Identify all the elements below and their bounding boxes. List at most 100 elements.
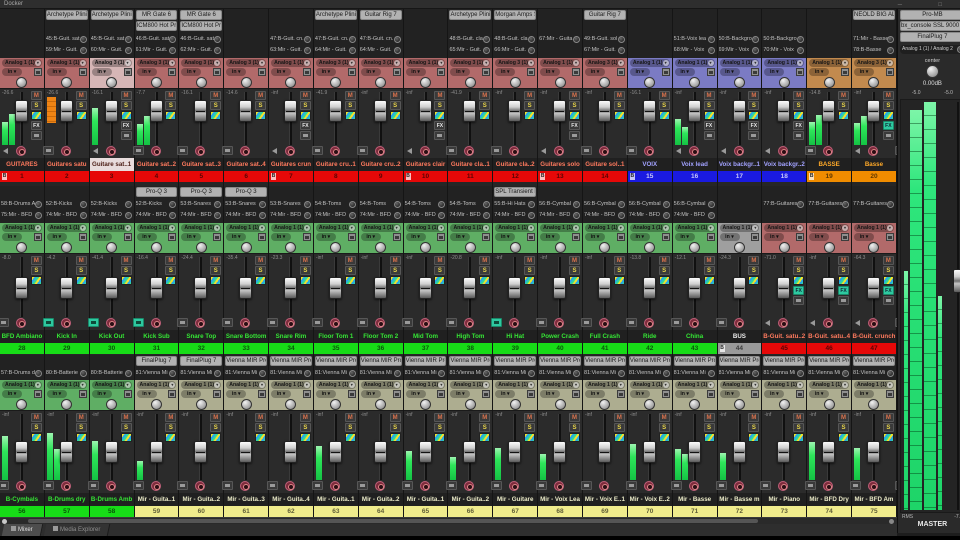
input-selector[interactable]: Analog 1 (1)▾ — [540, 59, 580, 67]
track-number[interactable]: 14 — [583, 171, 627, 182]
plugin-slot-button[interactable]: Vienna MIR Pro — [584, 356, 626, 366]
in-toggle[interactable]: in ▾ — [854, 390, 874, 398]
track-name[interactable]: Guitare cla..2 — [493, 158, 537, 171]
send-knob[interactable] — [80, 201, 87, 208]
input-selector[interactable]: Analog 1 (1)▾ — [406, 381, 446, 389]
pan-knob[interactable] — [285, 77, 296, 88]
solo-button[interactable]: S — [434, 423, 445, 432]
track-number[interactable]: 28 — [0, 343, 44, 354]
track-number[interactable]: 71 — [673, 506, 717, 517]
input-selector[interactable]: Analog 1 (1)▾ — [675, 224, 715, 232]
fader-thumb[interactable] — [867, 441, 880, 463]
track-name[interactable]: Mir - Basse m — [718, 493, 762, 506]
mute-button[interactable]: M — [793, 91, 804, 100]
fx-button[interactable]: FX — [300, 121, 311, 130]
send-slot[interactable]: 55:B-Hi Hats — [494, 199, 536, 210]
record-arm-button[interactable] — [823, 481, 833, 491]
fader-thumb[interactable] — [15, 277, 28, 299]
pan-knob[interactable] — [599, 242, 610, 253]
plugin-slot-button[interactable]: Vienna MIR Pro — [719, 356, 761, 366]
send-slot[interactable]: 78:B-Basse — [853, 45, 895, 56]
track-number[interactable]: 56 — [0, 506, 44, 517]
pan-knob[interactable] — [241, 242, 252, 253]
fader-thumb[interactable] — [553, 441, 566, 463]
plugin-slot-button[interactable]: Vienna MIR Pro — [853, 356, 895, 366]
send-slot[interactable]: 74:Mir - BFD — [136, 210, 178, 221]
input-selector[interactable]: Analog 1 (1)▾ — [406, 224, 446, 232]
in-toggle[interactable]: in ▾ — [181, 233, 201, 241]
in-toggle[interactable]: in ▾ — [809, 390, 829, 398]
mute-button[interactable]: M — [300, 256, 311, 265]
record-arm-button[interactable] — [240, 146, 250, 156]
pan-knob[interactable] — [420, 77, 431, 88]
send-knob[interactable] — [394, 370, 401, 377]
routing-stripe-button[interactable] — [165, 433, 176, 442]
routing-stripe-button[interactable] — [883, 276, 894, 285]
solo-button[interactable]: S — [165, 101, 176, 110]
save-preset-icon[interactable] — [617, 390, 625, 398]
snapshot-icon[interactable] — [133, 318, 144, 327]
pan-knob[interactable] — [106, 77, 117, 88]
plugin-slot-button[interactable]: Vienna MIR Pro — [225, 356, 267, 366]
mute-button[interactable]: M — [390, 91, 401, 100]
send-knob[interactable] — [349, 212, 356, 219]
fader-thumb[interactable] — [105, 277, 118, 299]
send-slot[interactable]: 63:Mir - Guit. — [270, 45, 312, 56]
input-selector[interactable]: Analog 1 (1)▾ — [47, 59, 87, 67]
send-slot[interactable]: 81:Vienna Mi — [315, 368, 357, 379]
record-arm-button[interactable] — [599, 318, 609, 328]
track-number[interactable]: 29 — [45, 343, 89, 354]
in-toggle[interactable]: in ▾ — [540, 68, 560, 76]
fader-thumb[interactable] — [329, 277, 342, 299]
track-number[interactable]: 63 — [314, 506, 358, 517]
in-toggle[interactable]: in ▾ — [137, 233, 157, 241]
plugin-slot-button[interactable]: Vienna MIR Pro — [763, 356, 805, 366]
send-knob[interactable] — [214, 47, 221, 54]
track-number[interactable]: 8 — [314, 171, 358, 182]
input-selector[interactable]: Analog 1 (1)▾ — [2, 59, 42, 67]
pan-knob[interactable] — [734, 242, 745, 253]
input-selector[interactable]: Analog 1 (1)▾ — [47, 381, 87, 389]
send-knob[interactable] — [618, 370, 625, 377]
track-name[interactable]: B-Drums dry — [45, 493, 89, 506]
send-slot[interactable]: 52:B-Kicks — [91, 199, 133, 210]
track-number[interactable]: 59 — [135, 506, 179, 517]
solo-button[interactable]: S — [390, 101, 401, 110]
solo-button[interactable]: S — [569, 266, 580, 275]
solo-button[interactable]: S — [390, 266, 401, 275]
pan-knob[interactable] — [196, 77, 207, 88]
track-number[interactable]: 36 — [359, 343, 403, 354]
solo-button[interactable]: S — [345, 266, 356, 275]
routing-stripe-button[interactable] — [255, 433, 266, 442]
mute-button[interactable]: M — [883, 91, 894, 100]
input-selector[interactable]: Analog 1 (1)▾ — [809, 59, 849, 67]
send-knob[interactable] — [752, 370, 759, 377]
pan-knob[interactable] — [106, 242, 117, 253]
send-slot[interactable]: 71:Mir - Basse — [853, 34, 895, 45]
pan-knob[interactable] — [61, 77, 72, 88]
track-number[interactable]: 19B — [807, 171, 851, 182]
track-number[interactable]: 72 — [718, 506, 762, 517]
snapshot-icon[interactable] — [671, 318, 682, 327]
send-knob[interactable] — [35, 370, 42, 377]
solo-button[interactable]: S — [121, 266, 132, 275]
in-toggle[interactable]: in ▾ — [585, 233, 605, 241]
record-arm-button[interactable] — [420, 146, 430, 156]
solo-button[interactable]: S — [614, 101, 625, 110]
save-preset-icon[interactable] — [707, 68, 715, 76]
routing-stripe-button[interactable] — [659, 111, 670, 120]
track-number[interactable]: 18 — [762, 171, 806, 182]
send-slot[interactable]: 65:Mir - Guit. — [449, 45, 491, 56]
send-slot[interactable]: 64:Mir - Guit. — [360, 45, 402, 56]
mute-button[interactable]: M — [345, 413, 356, 422]
fader-thumb[interactable] — [777, 277, 790, 299]
save-preset-icon[interactable] — [258, 390, 266, 398]
in-toggle[interactable]: in ▾ — [2, 390, 22, 398]
in-toggle[interactable]: in ▾ — [137, 68, 157, 76]
input-selector[interactable]: Analog 1 (1)▾ — [226, 381, 266, 389]
mute-button[interactable]: M — [31, 256, 42, 265]
send-knob[interactable] — [528, 370, 535, 377]
fader-thumb[interactable] — [419, 441, 432, 463]
fader-thumb[interactable] — [553, 277, 566, 299]
in-toggle[interactable]: in ▾ — [720, 390, 740, 398]
